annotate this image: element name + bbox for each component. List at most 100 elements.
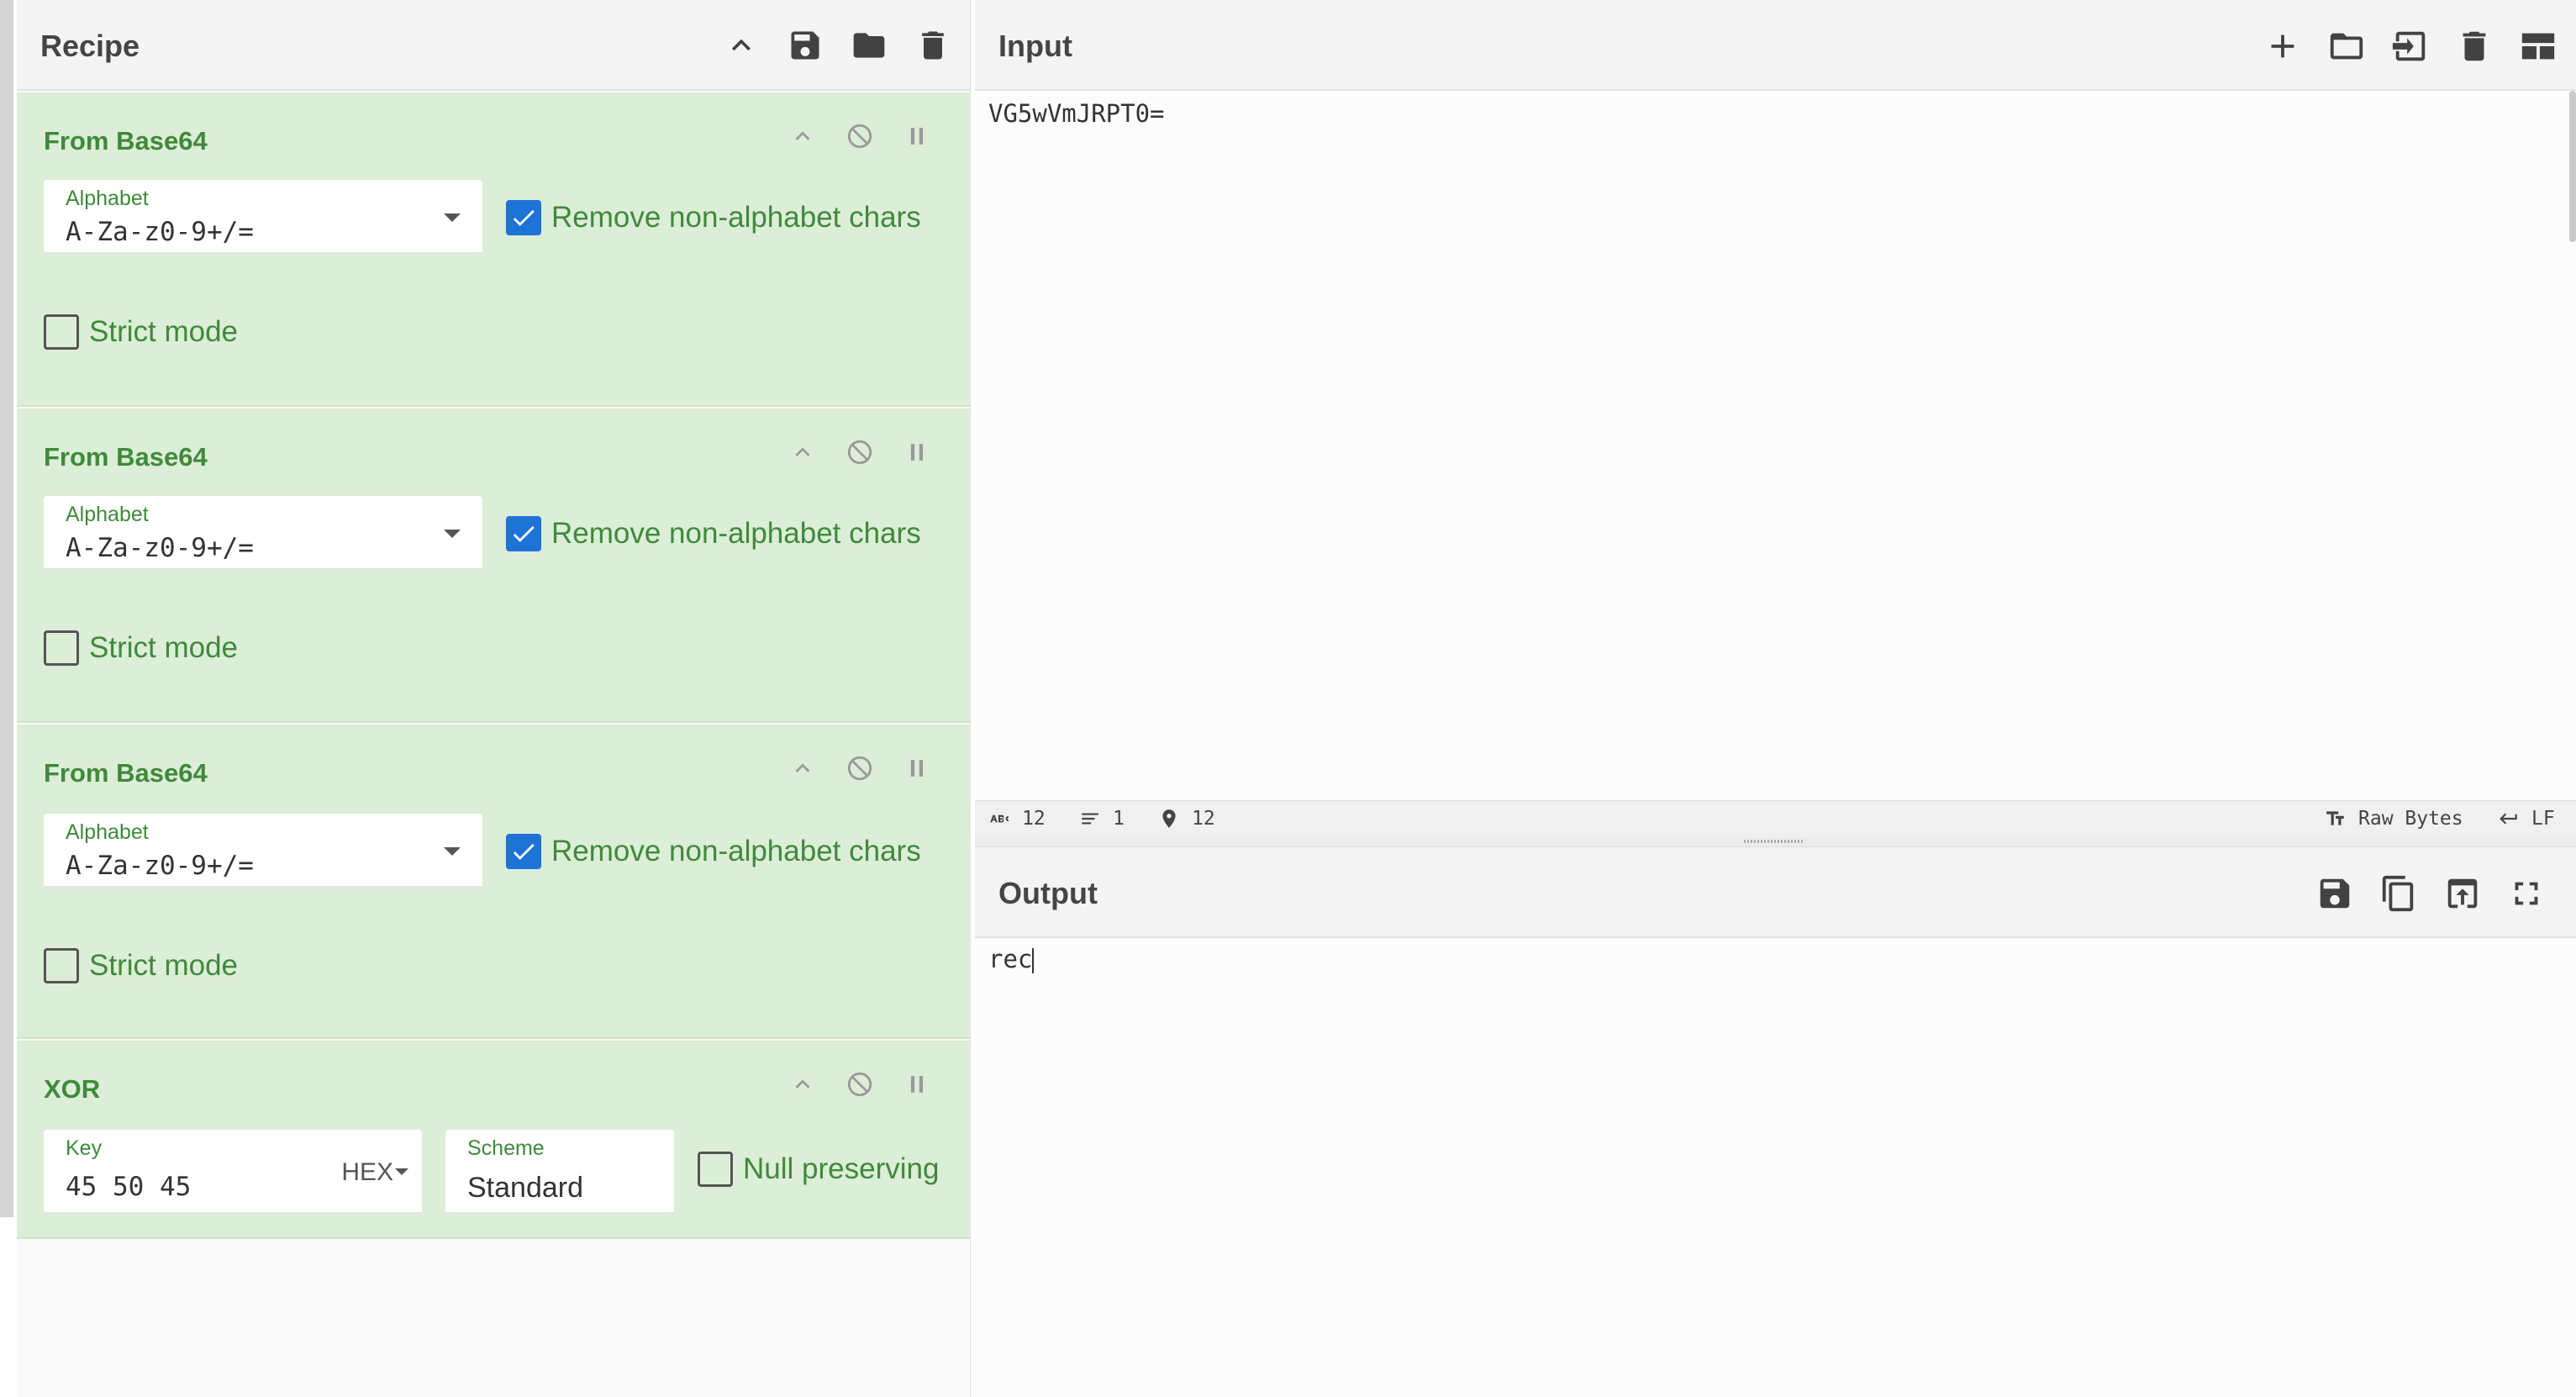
operation-controls — [786, 1068, 934, 1101]
scheme-label: Scheme — [467, 1136, 545, 1160]
checkbox-checked-icon[interactable] — [506, 834, 541, 869]
eol-value: LF — [2531, 808, 2555, 830]
text-cursor — [1032, 948, 1035, 973]
io-panel: Input VG5wVmJRPT0= 12 1 12 Raw Bytes LF … — [975, 0, 2576, 1397]
remove-non-alphabet-checkbox[interactable]: Remove non-alphabet chars — [506, 200, 921, 235]
key-format-dropdown[interactable]: HEX — [341, 1158, 393, 1187]
operation-xor[interactable]: XOR Key 45 50 45 HEX Scheme Standard Nul… — [17, 1041, 971, 1239]
checkbox-unchecked-icon[interactable] — [698, 1152, 733, 1187]
lines-icon — [1082, 813, 1098, 825]
alphabet-select[interactable]: Alphabet A-Za-z0-9+/= — [44, 496, 482, 570]
disable-icon[interactable] — [843, 751, 877, 785]
key-value: 45 50 45 — [66, 1172, 192, 1202]
pause-icon[interactable] — [900, 751, 934, 785]
alphabet-label: Alphabet — [66, 187, 149, 210]
key-input[interactable]: Key 45 50 45 HEX — [44, 1130, 422, 1214]
output-title: Output — [998, 876, 1098, 910]
chevron-down-icon — [444, 847, 461, 856]
disable-icon[interactable] — [843, 1068, 877, 1101]
scheme-value: Standard — [467, 1172, 583, 1204]
encoding-value: Raw Bytes — [2358, 808, 2463, 830]
clear-recipe-icon[interactable] — [913, 25, 953, 66]
save-output-icon[interactable] — [2314, 872, 2356, 915]
eol-stat[interactable]: LF — [2498, 808, 2555, 830]
copy-output-icon[interactable] — [2378, 872, 2420, 915]
encoding-stat[interactable]: Raw Bytes — [2325, 808, 2463, 830]
fullscreen-icon[interactable] — [2505, 872, 2547, 915]
operation-from-base64-2[interactable]: From Base64 Alphabet A-Za-z0-9+/= Remove… — [17, 409, 971, 723]
strict-mode-label: Strict mode — [89, 949, 238, 982]
open-folder-icon[interactable] — [2326, 25, 2368, 67]
operation-title: From Base64 — [44, 126, 208, 156]
clear-input-icon[interactable] — [2453, 25, 2495, 67]
disable-icon[interactable] — [843, 119, 877, 153]
strict-mode-checkbox[interactable]: Strict mode — [44, 630, 238, 666]
checkbox-checked-icon[interactable] — [506, 516, 541, 551]
operation-from-base64-3[interactable]: From Base64 Alphabet A-Za-z0-9+/= Remove… — [17, 725, 971, 1039]
operation-controls — [786, 751, 934, 785]
position-stat: 12 — [1158, 808, 1215, 830]
layout-icon[interactable] — [2517, 25, 2559, 67]
output-toolbar — [2314, 872, 2547, 915]
recipe-title: Recipe — [40, 29, 140, 63]
key-label: Key — [66, 1136, 103, 1160]
checkbox-unchecked-icon[interactable] — [44, 314, 79, 350]
panel-resizer[interactable] — [975, 837, 2576, 847]
pause-icon[interactable] — [900, 119, 934, 153]
remove-non-alphabet-label: Remove non-alphabet chars — [551, 517, 921, 550]
replace-input-icon[interactable] — [2442, 872, 2484, 915]
chevron-down-icon — [395, 1168, 408, 1175]
alphabet-value: A-Za-z0-9+/= — [66, 851, 254, 881]
collapse-icon[interactable] — [786, 751, 819, 785]
strict-mode-label: Strict mode — [89, 631, 238, 664]
text-format-icon — [2326, 811, 2344, 825]
output-header: Output — [975, 847, 2576, 938]
remove-non-alphabet-label: Remove non-alphabet chars — [551, 201, 921, 234]
remove-non-alphabet-checkbox[interactable]: Remove non-alphabet chars — [506, 834, 921, 869]
load-recipe-icon[interactable] — [849, 25, 889, 66]
alphabet-select[interactable]: Alphabet A-Za-z0-9+/= — [44, 180, 482, 254]
save-recipe-icon[interactable] — [785, 25, 825, 66]
collapse-icon[interactable] — [786, 119, 819, 153]
collapse-icon[interactable] — [786, 435, 819, 469]
add-tab-icon[interactable] — [2262, 25, 2304, 67]
pause-icon[interactable] — [900, 435, 934, 469]
collapse-icon[interactable] — [786, 1068, 819, 1101]
operation-from-base64-1[interactable]: From Base64 Alphabet A-Za-z0-9+/= Remove… — [17, 92, 971, 407]
strict-mode-checkbox[interactable]: Strict mode — [44, 948, 238, 983]
input-status-bar: 12 1 12 Raw Bytes LF — [975, 800, 2576, 837]
disable-icon[interactable] — [843, 435, 877, 469]
remove-non-alphabet-label: Remove non-alphabet chars — [551, 835, 921, 867]
null-preserving-checkbox[interactable]: Null preserving — [698, 1152, 939, 1187]
left-scrollbar[interactable] — [0, 0, 13, 1217]
input-textarea[interactable]: VG5wVmJRPT0= — [988, 99, 1165, 128]
checkbox-unchecked-icon[interactable] — [44, 630, 79, 666]
checkbox-checked-icon[interactable] — [506, 200, 541, 235]
operation-title: XOR — [44, 1074, 101, 1104]
return-icon — [2500, 813, 2517, 825]
operation-controls — [786, 435, 934, 469]
operation-title: From Base64 — [44, 758, 208, 788]
pause-icon[interactable] — [900, 1068, 934, 1101]
output-textarea[interactable]: rec — [988, 945, 1035, 973]
operation-title: From Base64 — [44, 442, 208, 472]
alphabet-select[interactable]: Alphabet A-Za-z0-9+/= — [44, 814, 482, 888]
open-file-icon[interactable] — [2389, 25, 2431, 67]
remove-non-alphabet-checkbox[interactable]: Remove non-alphabet chars — [506, 516, 921, 551]
recipe-panel: Recipe From Base64 Alphabet A-Za-z0-9+/=… — [17, 0, 971, 1397]
resize-grip-icon[interactable] — [1744, 840, 1803, 843]
checkbox-unchecked-icon[interactable] — [44, 948, 79, 983]
recipe-header: Recipe — [17, 0, 970, 91]
input-title: Input — [998, 29, 1072, 63]
input-header: Input — [975, 0, 2576, 91]
collapse-all-icon[interactable] — [721, 25, 761, 66]
strict-mode-label: Strict mode — [89, 315, 238, 348]
position-value: 12 — [1192, 808, 1215, 830]
alphabet-value: A-Za-z0-9+/= — [66, 533, 254, 563]
scheme-select[interactable]: Scheme Standard — [445, 1130, 674, 1214]
strict-mode-checkbox[interactable]: Strict mode — [44, 314, 238, 350]
alphabet-label: Alphabet — [66, 820, 149, 844]
chevron-down-icon — [444, 530, 461, 538]
length-value: 12 — [1022, 808, 1046, 830]
input-scrollbar[interactable] — [2569, 91, 2576, 242]
